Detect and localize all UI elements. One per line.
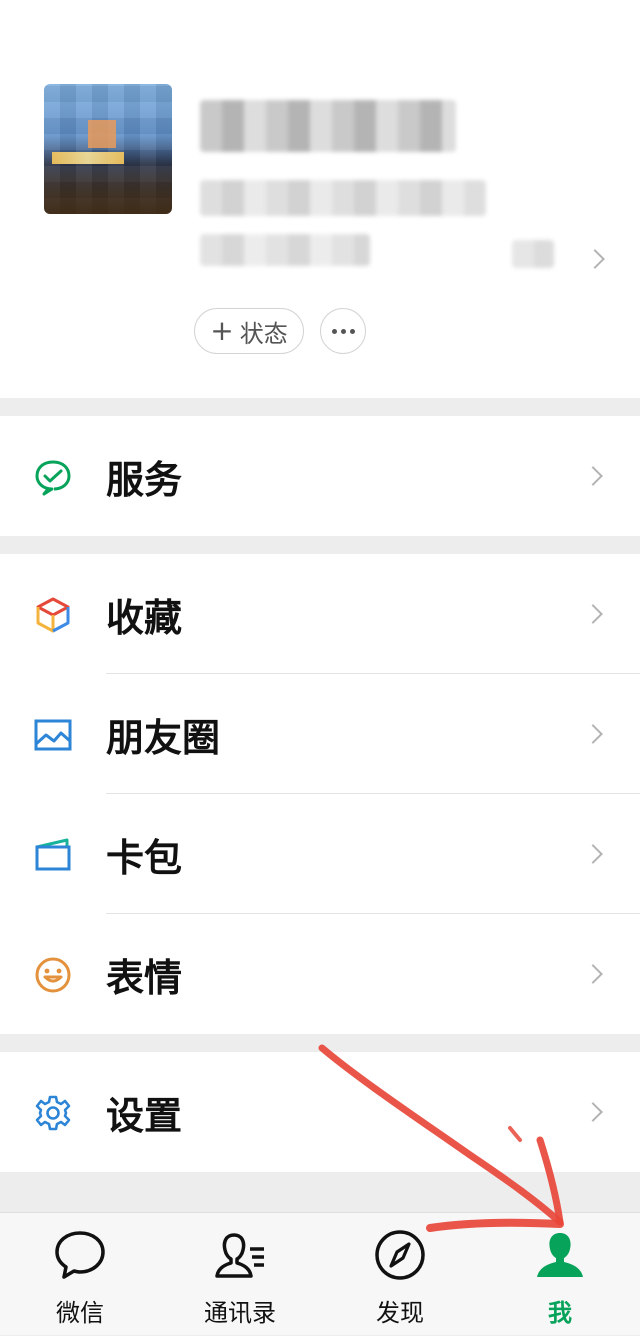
chat-bubble-icon [55, 1231, 105, 1279]
menu-item-cards[interactable]: 卡包 [0, 794, 640, 914]
profile-chevron-icon [585, 249, 605, 269]
service-group: 服务 [0, 416, 640, 536]
chevron-right-icon [583, 466, 603, 486]
nickname-redacted [200, 100, 456, 152]
status-label: 状态 [239, 319, 288, 348]
tab-label-discover: 发现 [376, 1299, 424, 1327]
profile-header[interactable]: + 状态 [0, 0, 640, 398]
more-dot-icon [331, 328, 337, 334]
chevron-right-icon [583, 964, 603, 984]
menu-item-stickers[interactable]: 表情 [0, 914, 640, 1034]
menu-label-cards: 卡包 [106, 835, 183, 880]
account-id-redacted [200, 180, 486, 216]
smiley-icon [35, 957, 71, 993]
contacts-icon [215, 1233, 264, 1278]
service-icon [35, 460, 71, 496]
menu-label-stickers: 表情 [106, 955, 183, 1000]
menu-item-moments[interactable]: 朋友圈 [0, 674, 640, 794]
tab-me[interactable]: 我 [480, 1213, 640, 1336]
chevron-right-icon [583, 844, 603, 864]
plus-icon: + [210, 314, 234, 347]
menu-item-service[interactable]: 服务 [0, 416, 640, 536]
wallet-card-icon [35, 838, 71, 871]
menu-item-settings[interactable]: 设置 [0, 1052, 640, 1172]
main-group: 收藏 朋友圈 卡包 表情 [0, 554, 640, 1034]
more-button[interactable] [320, 308, 366, 354]
tab-discover[interactable]: 发现 [320, 1213, 480, 1336]
image-icon [34, 719, 72, 751]
avatar-glow [52, 152, 124, 164]
bottom-tab-bar: 微信 通讯录 发现 我 [0, 1212, 640, 1335]
avatar-figure [88, 120, 116, 148]
tab-contacts[interactable]: 通讯录 [160, 1213, 320, 1336]
cube-icon [36, 597, 70, 633]
account-info-redacted [200, 234, 370, 266]
menu-label-settings: 设置 [106, 1093, 183, 1138]
chevron-right-icon [583, 1102, 603, 1122]
settings-group: 设置 [0, 1052, 640, 1172]
menu-label-service: 服务 [106, 457, 183, 502]
tab-chats[interactable]: 微信 [0, 1213, 160, 1336]
menu-item-favorites[interactable]: 收藏 [0, 554, 640, 674]
more-dot-icon [349, 328, 355, 334]
tab-label-contacts: 通讯录 [204, 1299, 276, 1327]
more-dot-icon [340, 328, 346, 334]
chevron-right-icon [583, 724, 603, 744]
person-icon [537, 1233, 583, 1277]
tab-label-me: 我 [548, 1299, 572, 1327]
chevron-right-icon [583, 604, 603, 624]
tab-label-chats: 微信 [56, 1299, 104, 1327]
menu-label-moments: 朋友圈 [106, 715, 221, 760]
compass-icon [375, 1230, 425, 1280]
qr-code-redacted[interactable] [512, 240, 554, 268]
gear-icon [35, 1095, 71, 1131]
add-status-button[interactable]: + 状态 [194, 308, 304, 354]
avatar[interactable] [44, 84, 172, 214]
menu-label-favorites: 收藏 [106, 595, 183, 640]
